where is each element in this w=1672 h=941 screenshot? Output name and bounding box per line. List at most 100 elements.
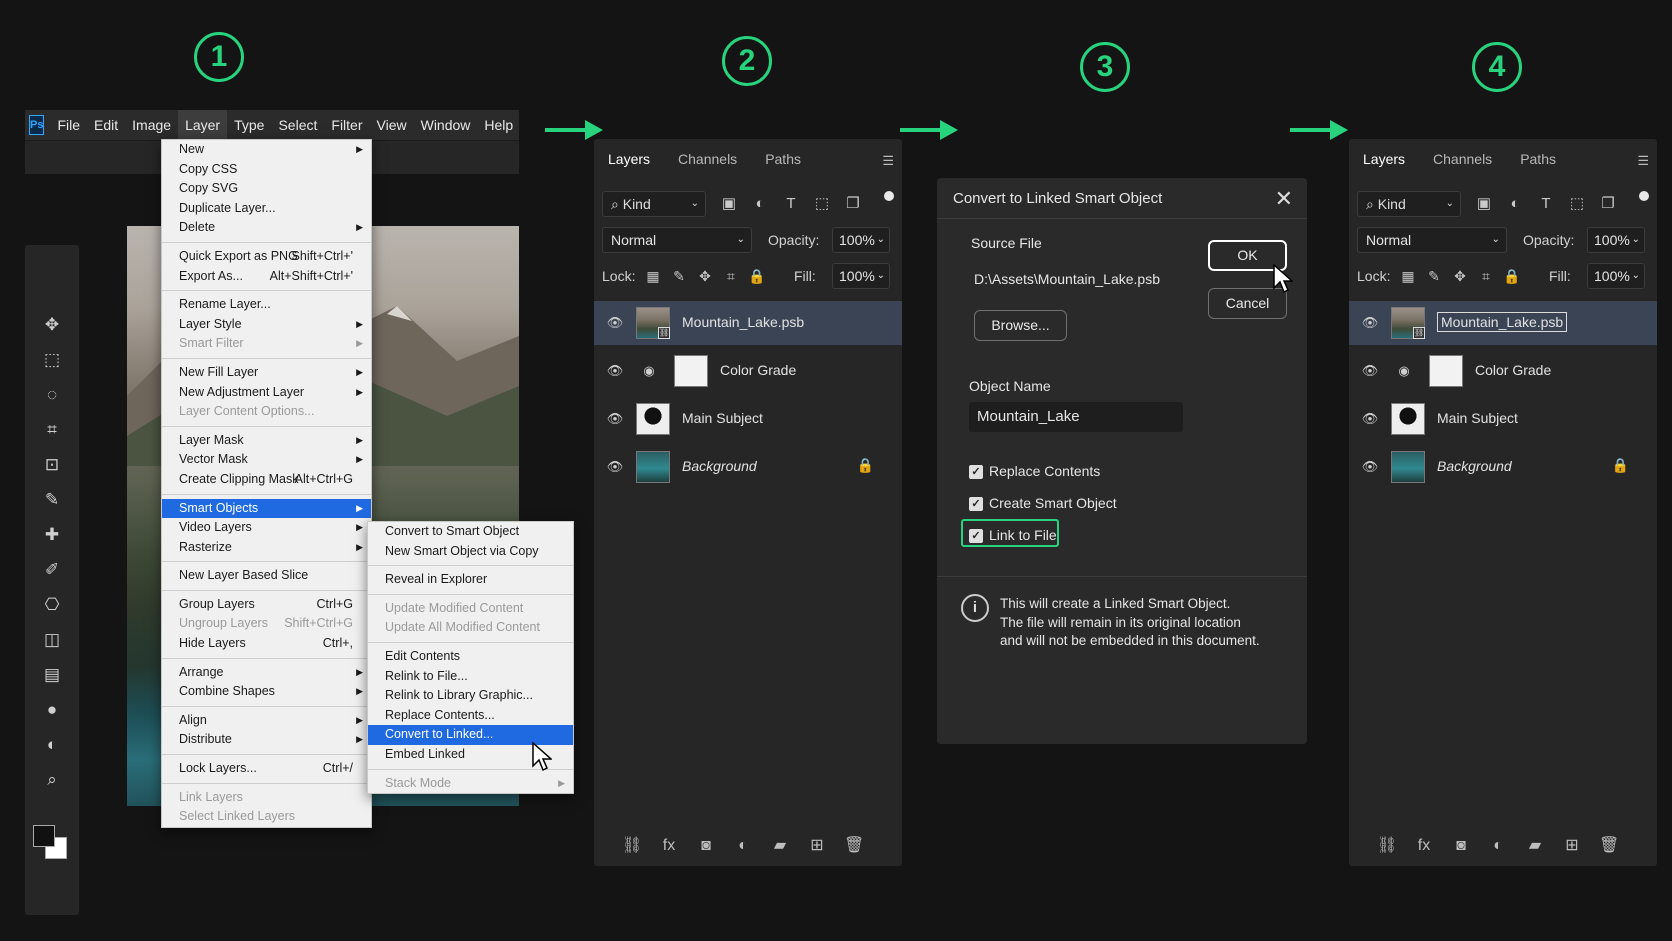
fx-icon[interactable]: fx: [1414, 836, 1434, 856]
menu-item-vector-mask[interactable]: Vector Mask ▶: [162, 450, 371, 470]
menu-filter[interactable]: Filter: [324, 110, 369, 140]
new-adjustment-icon[interactable]: ◐: [1488, 836, 1508, 856]
menu-item-stack-mode[interactable]: Stack Mode ▶: [368, 774, 573, 794]
lock-artboard-icon[interactable]: ⌗: [722, 267, 740, 285]
menu-item-distribute[interactable]: Distribute ▶: [162, 730, 371, 750]
eye-icon[interactable]: 👁: [606, 410, 624, 428]
tab-channels[interactable]: Channels: [1419, 151, 1506, 167]
new-adjustment-icon[interactable]: ◐: [733, 836, 753, 856]
adjustment-filter-icon[interactable]: ◐: [1506, 195, 1524, 213]
lock-all-icon[interactable]: 🔒: [1503, 267, 1521, 285]
new-layer-icon[interactable]: ⊞: [807, 836, 827, 856]
menu-item-link-layers[interactable]: Link Layers: [162, 788, 371, 808]
dodge-icon[interactable]: ◐: [42, 735, 62, 755]
fx-icon[interactable]: fx: [659, 836, 679, 856]
eyedropper-icon[interactable]: ✎: [42, 490, 62, 510]
menu-item-lock-layers[interactable]: Lock Layers... Ctrl+/: [162, 759, 371, 779]
add-mask-icon[interactable]: ◙: [1451, 836, 1471, 856]
menu-help[interactable]: Help: [477, 110, 520, 140]
menu-item-smart-objects[interactable]: Smart Objects ▶: [162, 498, 371, 519]
fill-field[interactable]: 100% ⌄: [832, 263, 890, 289]
panel-menu-icon[interactable]: ☰: [1637, 153, 1649, 169]
opacity-field[interactable]: 100% ⌄: [832, 227, 890, 253]
menu-item-relink-to-library-graphic[interactable]: Relink to Library Graphic...: [368, 686, 573, 706]
lock-all-icon[interactable]: 🔒: [748, 267, 766, 285]
tab-layers[interactable]: Layers: [594, 151, 664, 167]
browse-button[interactable]: Browse...: [974, 310, 1067, 341]
menu-item-rename-layer[interactable]: Rename Layer...: [162, 295, 371, 315]
blur-icon[interactable]: ●: [42, 700, 62, 720]
type-filter-icon[interactable]: T: [1537, 195, 1555, 213]
lock-transparency-icon[interactable]: ▦: [644, 267, 662, 285]
menu-file[interactable]: File: [50, 110, 87, 140]
menu-item-new-fill-layer[interactable]: New Fill Layer ▶: [162, 363, 371, 383]
healing-brush-icon[interactable]: ✚: [42, 525, 62, 545]
menu-item-hide-layers[interactable]: Hide Layers Ctrl+,: [162, 634, 371, 654]
zoom-icon[interactable]: ⌕: [42, 770, 62, 790]
fill-field[interactable]: 100% ⌄: [1587, 263, 1645, 289]
lock-icon[interactable]: 🔒: [1612, 457, 1629, 474]
delete-layer-icon[interactable]: 🗑: [844, 836, 864, 856]
menu-item-rasterize[interactable]: Rasterize ▶: [162, 538, 371, 558]
menu-item-align[interactable]: Align ▶: [162, 711, 371, 731]
menu-item-update-all-modified-content[interactable]: Update All Modified Content: [368, 618, 573, 638]
marquee-icon[interactable]: ⬚: [42, 350, 62, 370]
tab-paths[interactable]: Paths: [751, 151, 815, 167]
menu-item-new-smart-object-via-copy[interactable]: New Smart Object via Copy: [368, 542, 573, 562]
menu-item-relink-to-file[interactable]: Relink to File...: [368, 667, 573, 687]
eye-icon[interactable]: 👁: [1361, 362, 1379, 380]
menu-type[interactable]: Type: [227, 110, 271, 140]
layer-row[interactable]: 👁 ⛓ Mountain_Lake.psb: [1349, 301, 1657, 345]
menu-select[interactable]: Select: [271, 110, 324, 140]
menu-item-replace-contents[interactable]: Replace Contents...: [368, 706, 573, 726]
menu-item-ungroup-layers[interactable]: Ungroup Layers Shift+Ctrl+G: [162, 614, 371, 634]
menu-item-layer-style[interactable]: Layer Style ▶: [162, 315, 371, 335]
pixel-filter-icon[interactable]: ▣: [1475, 195, 1493, 213]
menu-item-group-layers[interactable]: Group Layers Ctrl+G: [162, 595, 371, 615]
tab-paths[interactable]: Paths: [1506, 151, 1570, 167]
blend-mode-dropdown[interactable]: Normal ⌄: [1357, 227, 1507, 253]
smart-object-filter-icon[interactable]: ❐: [844, 195, 862, 213]
eye-icon[interactable]: 👁: [606, 362, 624, 380]
menu-item-convert-to-smart-object[interactable]: Convert to Smart Object: [368, 522, 573, 542]
menu-item-layer-mask[interactable]: Layer Mask ▶: [162, 431, 371, 451]
new-group-icon[interactable]: ▰: [770, 836, 790, 856]
delete-layer-icon[interactable]: 🗑: [1599, 836, 1619, 856]
lock-position-icon[interactable]: ✥: [1451, 267, 1469, 285]
menu-item-video-layers[interactable]: Video Layers ▶: [162, 518, 371, 538]
pixel-filter-icon[interactable]: ▣: [720, 195, 738, 213]
eye-icon[interactable]: 👁: [606, 314, 624, 332]
menu-item-smart-filter[interactable]: Smart Filter ▶: [162, 334, 371, 354]
close-icon[interactable]: ✕: [1275, 186, 1293, 212]
clone-stamp-icon[interactable]: ⎔: [42, 595, 62, 615]
lock-icon[interactable]: 🔒: [857, 457, 874, 474]
lock-pixels-icon[interactable]: ✎: [1425, 267, 1443, 285]
filter-toggle-icon[interactable]: [1639, 191, 1649, 201]
adjustment-filter-icon[interactable]: ◐: [751, 195, 769, 213]
tab-layers[interactable]: Layers: [1349, 151, 1419, 167]
menu-item-create-clipping-mask[interactable]: Create Clipping Mask Alt+Ctrl+G: [162, 470, 371, 490]
eye-icon[interactable]: 👁: [1361, 314, 1379, 332]
layer-row[interactable]: 👁 ◉ Color Grade: [1349, 349, 1657, 393]
shape-filter-icon[interactable]: ⬚: [813, 195, 831, 213]
lock-position-icon[interactable]: ✥: [696, 267, 714, 285]
opacity-field[interactable]: 100% ⌄: [1587, 227, 1645, 253]
menu-item-reveal-in-explorer[interactable]: Reveal in Explorer: [368, 570, 573, 590]
menu-item-edit-contents[interactable]: Edit Contents: [368, 647, 573, 667]
menu-layer[interactable]: Layer: [178, 110, 228, 140]
menu-window[interactable]: Window: [414, 110, 478, 140]
menu-image[interactable]: Image: [125, 110, 178, 140]
menu-item-copy-svg[interactable]: Copy SVG: [162, 179, 371, 199]
eraser-icon[interactable]: ◫: [42, 630, 62, 650]
menu-item-arrange[interactable]: Arrange ▶: [162, 663, 371, 683]
tab-channels[interactable]: Channels: [664, 151, 751, 167]
new-group-icon[interactable]: ▰: [1525, 836, 1545, 856]
menu-item-combine-shapes[interactable]: Combine Shapes ▶: [162, 682, 371, 702]
layer-row[interactable]: 👁 Main Subject: [594, 397, 902, 441]
menu-item-update-modified-content[interactable]: Update Modified Content: [368, 599, 573, 619]
adjustment-eye-icon[interactable]: ◉: [1395, 362, 1413, 380]
layer-row[interactable]: 👁 ◉ Color Grade: [594, 349, 902, 393]
shape-filter-icon[interactable]: ⬚: [1568, 195, 1586, 213]
menu-item-select-linked-layers[interactable]: Select Linked Layers: [162, 807, 371, 827]
menu-item-duplicate-layer[interactable]: Duplicate Layer...: [162, 199, 371, 219]
